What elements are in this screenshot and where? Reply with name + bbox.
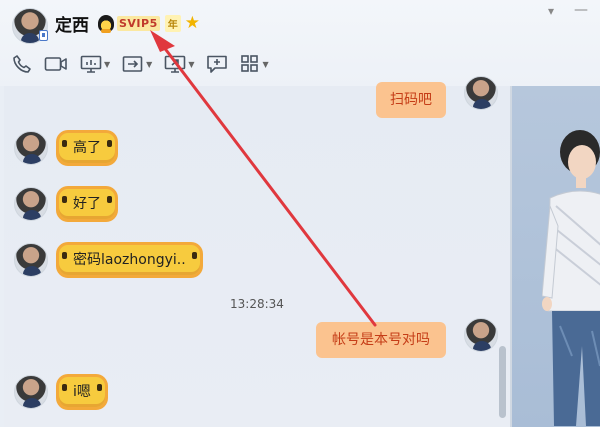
annotation-arrow-icon — [150, 30, 377, 327]
